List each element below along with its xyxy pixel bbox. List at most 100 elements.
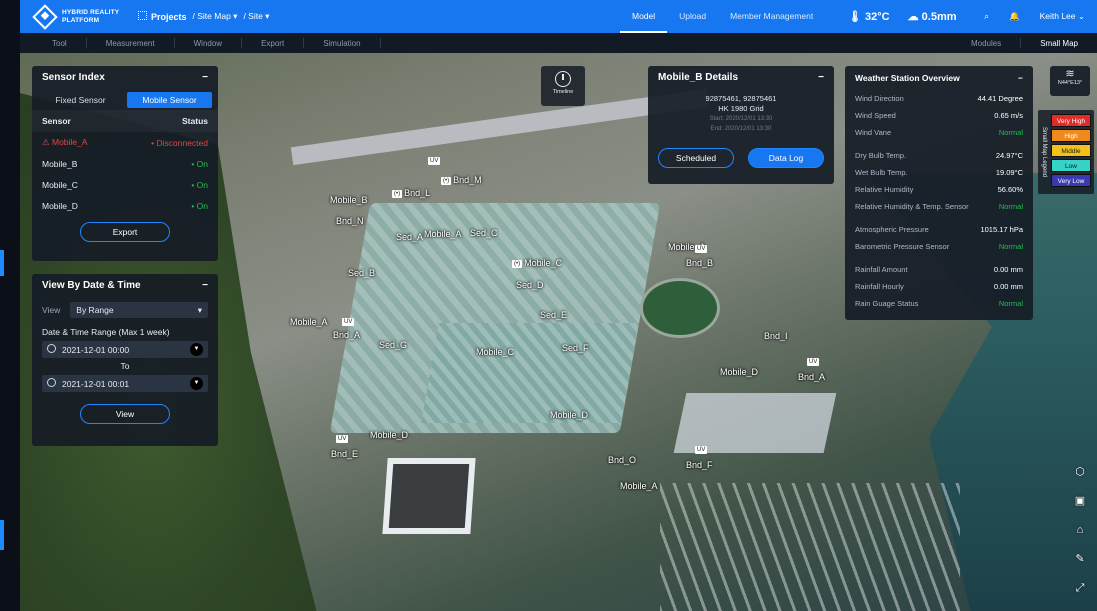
map-marker[interactable]: UV [342, 315, 355, 326]
map-marker[interactable]: Bnd_N [336, 216, 364, 226]
map-marker[interactable]: Sed_B [348, 268, 375, 278]
nav-model[interactable]: Model [620, 0, 668, 33]
compass-widget[interactable]: ≋ N44°E13° [1050, 66, 1090, 96]
mobile-details-panel: Mobile_B Details − 92875461, 92875461 HK… [648, 66, 834, 184]
logo-line1: HYBRID REALITY [62, 8, 120, 16]
map-marker[interactable]: Bnd_E [331, 449, 358, 459]
map-marker[interactable]: Sed_G [379, 340, 407, 350]
map-marker[interactable]: (•) Bnd_M [441, 175, 482, 185]
panel-title: View By Date & Time [42, 280, 141, 291]
map-marker[interactable]: Bnd_A [798, 372, 825, 382]
map-marker[interactable]: Mobile_C [476, 347, 514, 357]
logo[interactable]: HYBRID REALITY PLATFORM [32, 3, 126, 30]
logo-icon [32, 3, 58, 30]
timeline-button[interactable]: Timeline [541, 66, 585, 106]
weather-value: 44.41 Degree [977, 94, 1023, 103]
map-marker[interactable]: UV [695, 242, 708, 253]
menu-small-map[interactable]: Small Map [1021, 39, 1097, 48]
map-marker[interactable]: UV [428, 154, 441, 165]
weather-value: 24.97°C [995, 151, 1023, 160]
sensor-tabs: Fixed Sensor Mobile Sensor [38, 92, 212, 108]
map-marker[interactable]: Mobile_D [550, 410, 588, 420]
edge-marker [0, 250, 4, 276]
weather-row: Atmospheric Pressure 1015.17 hPa [845, 221, 1033, 238]
chevron-down-icon[interactable]: ▼ [190, 377, 203, 390]
camera-icon[interactable]: ▣ [1068, 489, 1092, 513]
weather-value: 0.65 m/s [994, 111, 1023, 120]
weather-row: Barometric Pressure Sensor Normal [845, 238, 1033, 255]
map-marker[interactable]: Mobile_A [290, 317, 328, 327]
projects-link[interactable]: Projects [138, 11, 187, 22]
menu-modules[interactable]: Modules [952, 39, 1020, 48]
weather-row: Relative Humidity 56.60% [845, 181, 1033, 198]
view-mode-select[interactable]: By Range ▾ [70, 302, 208, 318]
table-row[interactable]: Mobile_B • On [32, 153, 218, 174]
map-marker[interactable]: Bnd_F [686, 460, 713, 470]
map-marker[interactable]: Sed_A [396, 232, 423, 242]
tab-fixed-sensor[interactable]: Fixed Sensor [38, 92, 123, 108]
weather-station-panel: Weather Station Overview − Wind Directio… [845, 66, 1033, 320]
view-button[interactable]: View [80, 404, 170, 424]
map-marker[interactable]: UV [336, 432, 349, 443]
site-dropdown[interactable]: / Site ▾ [243, 11, 269, 22]
map-marker[interactable]: Bnd_I [764, 331, 788, 341]
menu-tool[interactable]: Tool [20, 39, 86, 48]
map-marker[interactable]: UV [807, 355, 820, 366]
legend-level: Very Low [1051, 174, 1091, 187]
from-datetime-field[interactable]: 2021-12-01 00:00 ▼ [42, 341, 208, 358]
timeline-icon [555, 71, 571, 87]
user-menu[interactable]: Keith Lee ⌄ [1040, 11, 1085, 22]
pin-icon[interactable]: ✎ [1068, 547, 1092, 571]
menu-window[interactable]: Window [175, 39, 241, 48]
chevron-down-icon[interactable]: ▼ [190, 343, 203, 356]
map-marker[interactable]: Bnd_B [686, 258, 713, 268]
export-button[interactable]: Export [80, 222, 170, 242]
map-marker[interactable]: Bnd_A [333, 330, 360, 340]
breadcrumb: Projects / Site Map ▾ / Site ▾ [138, 11, 269, 22]
search-icon[interactable]: ⌕ [984, 11, 989, 22]
weather-value: 19.09°C [995, 168, 1023, 177]
nav-member-management[interactable]: Member Management [718, 0, 825, 33]
nav-upload[interactable]: Upload [667, 0, 718, 33]
fullscreen-icon[interactable]: ⤢ [1068, 576, 1092, 600]
map-marker[interactable]: Sed_D [516, 280, 544, 290]
map-marker[interactable]: Sed_E [540, 310, 567, 320]
map-marker[interactable]: UV [695, 443, 708, 454]
data-log-button[interactable]: Data Log [748, 148, 824, 168]
menu-simulation[interactable]: Simulation [304, 39, 379, 48]
collapse-icon[interactable]: − [818, 66, 824, 90]
collapse-icon[interactable]: − [202, 274, 208, 298]
map-marker[interactable]: Bnd_O [608, 455, 636, 465]
bell-icon[interactable]: 🔔 [1009, 11, 1020, 22]
weather-label: Wind Direction [855, 94, 904, 103]
cube-icon[interactable]: ⬡ [1068, 460, 1092, 484]
weather-label: Rain Guage Status [855, 299, 919, 308]
site-map-dropdown[interactable]: / Site Map ▾ [193, 11, 238, 22]
map-marker[interactable]: Sed_F [562, 343, 589, 353]
map-marker[interactable]: (•) Bnd_L [392, 188, 430, 198]
weather-label: Wet Bulb Temp. [855, 168, 908, 177]
collapse-icon[interactable]: − [1018, 66, 1023, 90]
menu-measurement[interactable]: Measurement [87, 39, 174, 48]
map-marker[interactable]: Sed_C [470, 228, 498, 238]
weather-value: Normal [998, 202, 1023, 211]
scheduled-button[interactable]: Scheduled [658, 148, 734, 168]
map-marker[interactable]: Mobile_B [330, 195, 368, 205]
chevron-down-icon: ⌄ [1077, 11, 1085, 21]
table-row[interactable]: Mobile_C • On [32, 174, 218, 195]
map-marker[interactable]: Mobile_A [424, 229, 462, 239]
map-marker[interactable]: Mobile_D [370, 430, 408, 440]
square-building [382, 458, 476, 534]
collapse-icon[interactable]: − [202, 66, 208, 90]
tab-mobile-sensor[interactable]: Mobile Sensor [127, 92, 212, 108]
map-marker[interactable]: (•) Mobile_C [512, 258, 562, 268]
map-marker[interactable]: Mobile_D [720, 367, 758, 377]
home-icon[interactable]: ⌂ [1068, 518, 1092, 542]
table-row[interactable]: ⚠ Mobile_A • Disconnected [32, 132, 218, 153]
weather-value: 56.60% [997, 185, 1023, 194]
table-row[interactable]: Mobile_D • On [32, 195, 218, 216]
app-root: HYBRID REALITY PLATFORM Projects / Site … [0, 0, 1097, 611]
to-datetime-field[interactable]: 2021-12-01 00:01 ▼ [42, 375, 208, 392]
menu-export[interactable]: Export [242, 39, 303, 48]
map-marker[interactable]: Mobile_A [620, 481, 658, 491]
